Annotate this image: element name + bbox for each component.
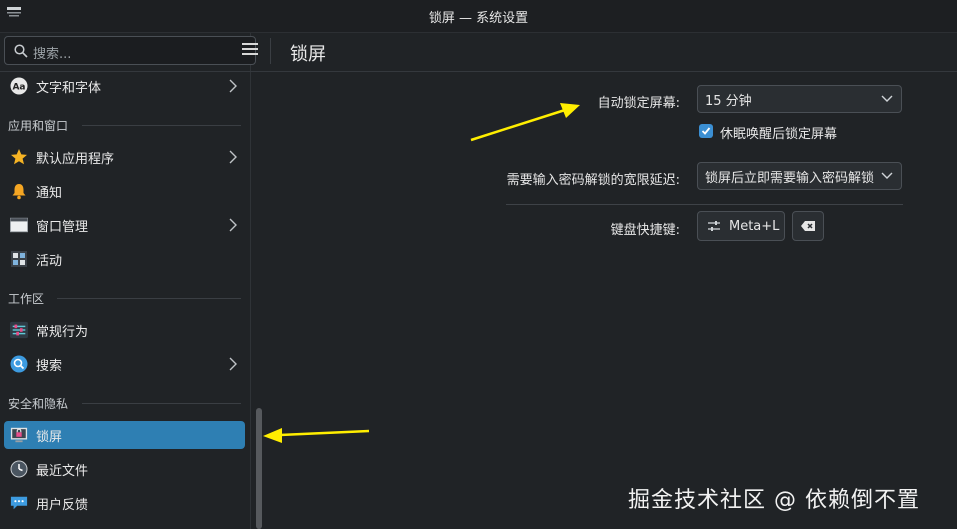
feedback-icon bbox=[10, 494, 28, 512]
clock-icon bbox=[10, 460, 28, 478]
sidebar-item-feedback[interactable]: 用户反馈 bbox=[4, 489, 245, 517]
section-divider bbox=[57, 298, 241, 299]
section-divider bbox=[82, 403, 241, 404]
sidebar-item-general-behavior[interactable]: 常规行为 bbox=[4, 316, 245, 344]
sidebar-scrollbar[interactable] bbox=[256, 408, 262, 529]
page-title: 锁屏 bbox=[290, 44, 326, 65]
sidebar-item-notifications[interactable]: 通知 bbox=[4, 177, 245, 205]
chevron-right-icon bbox=[229, 357, 237, 371]
sidebar-item-lock-screen[interactable]: 锁屏 bbox=[4, 421, 245, 449]
autolock-combobox[interactable]: 15 分钟 bbox=[697, 85, 902, 113]
sidebar-item-activities[interactable]: 活动 bbox=[4, 245, 245, 273]
sidebar-item-label: 搜索 bbox=[36, 358, 63, 374]
svg-text:Aa: Aa bbox=[12, 83, 25, 93]
shortcut-label: 键盘快捷键: bbox=[610, 223, 680, 238]
sidebar-item-label: 窗口管理 bbox=[36, 219, 89, 235]
autolock-label: 自动锁定屏幕: bbox=[597, 96, 680, 111]
window-title: 锁屏 — 系统设置 bbox=[428, 11, 529, 26]
section-header-apps-windows: 应用和窗口 bbox=[8, 119, 69, 133]
content-divider bbox=[506, 204, 903, 205]
sidebar-item-label: 通知 bbox=[36, 185, 63, 201]
sidebar-item-label: 常规行为 bbox=[36, 324, 89, 340]
hamburger-menu-button[interactable] bbox=[240, 40, 260, 58]
clear-shortcut-button[interactable] bbox=[792, 211, 824, 241]
chevron-right-icon bbox=[229, 79, 237, 93]
chevron-right-icon bbox=[229, 218, 237, 232]
shortcut-config-icon bbox=[708, 221, 720, 231]
annotation-arrow-icon bbox=[263, 428, 370, 443]
activities-icon bbox=[10, 250, 28, 268]
watermark: 掘金技术社区 @ 依赖倒不置 bbox=[628, 488, 920, 513]
sidebar-item-label: 活动 bbox=[36, 253, 63, 269]
sidebar-item-search[interactable]: 搜索 bbox=[4, 350, 245, 378]
header-separator bbox=[270, 38, 271, 64]
grace-delay-label: 需要输入密码解锁的宽限延迟: bbox=[506, 173, 680, 188]
sidebar-item-label: 文字和字体 bbox=[36, 80, 102, 96]
section-header-security-privacy: 安全和隐私 bbox=[8, 397, 69, 411]
shortcut-button[interactable]: Meta+L bbox=[697, 211, 785, 241]
sidebar-item-window-management[interactable]: 窗口管理 bbox=[4, 211, 245, 239]
sidebar-item-label: 锁屏 bbox=[36, 429, 63, 445]
autolock-value: 15 分钟 bbox=[705, 93, 752, 109]
resume-lock-label: 休眠唤醒后锁定屏幕 bbox=[720, 127, 838, 142]
section-divider bbox=[82, 125, 241, 126]
window-titlebar: 锁屏 — 系统设置 bbox=[0, 0, 957, 33]
chevron-down-icon bbox=[881, 172, 893, 179]
shortcut-value: Meta+L bbox=[729, 218, 780, 234]
lock-screen-icon bbox=[10, 426, 28, 444]
sliders-icon bbox=[10, 321, 28, 339]
grace-delay-combobox[interactable]: 锁屏后立即需要输入密码解锁 bbox=[697, 162, 902, 190]
section-header-workspace: 工作区 bbox=[8, 292, 45, 306]
sidebar-item-label: 用户反馈 bbox=[36, 497, 89, 513]
search-input[interactable]: 搜索... bbox=[4, 36, 256, 65]
search-icon bbox=[14, 44, 28, 58]
backspace-icon bbox=[801, 221, 815, 231]
magnifier-icon bbox=[10, 355, 28, 373]
window-icon bbox=[10, 216, 28, 234]
sidebar-item-label: 最近文件 bbox=[36, 463, 89, 479]
search-placeholder: 搜索... bbox=[33, 47, 72, 62]
font-aa-icon: Aa bbox=[10, 77, 28, 95]
star-icon bbox=[10, 148, 28, 166]
sidebar-item-recent-files[interactable]: 最近文件 bbox=[4, 455, 245, 483]
chevron-right-icon bbox=[229, 150, 237, 164]
chevron-down-icon bbox=[881, 95, 893, 102]
sidebar-item-text-fonts[interactable]: Aa 文字和字体 bbox=[4, 72, 245, 100]
bell-icon bbox=[10, 182, 28, 200]
sidebar-item-label: 默认应用程序 bbox=[36, 151, 115, 167]
checkmark-icon bbox=[701, 127, 711, 135]
sidebar-item-default-apps[interactable]: 默认应用程序 bbox=[4, 143, 245, 171]
resume-lock-checkbox[interactable] bbox=[699, 124, 713, 138]
grace-delay-value: 锁屏后立即需要输入密码解锁 bbox=[705, 170, 875, 186]
